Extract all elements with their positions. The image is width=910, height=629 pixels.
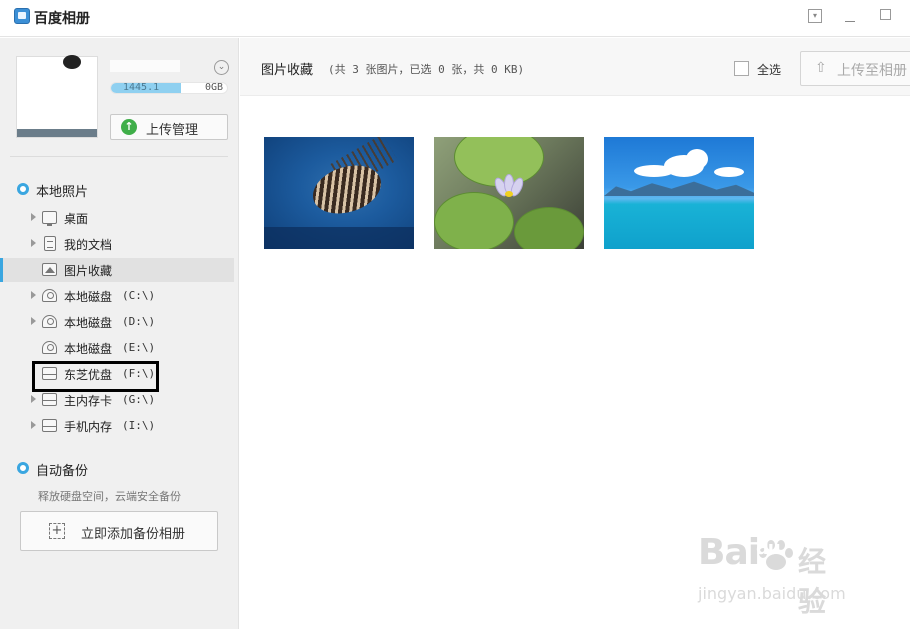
title-bar: 百度相册 ▾ — [0, 0, 910, 37]
drive-letter: (D:\) — [122, 315, 156, 328]
sidebar-item-label: 桌面 — [64, 212, 89, 226]
upload-arrow-icon: ⇧ — [815, 60, 827, 76]
lotus-center — [505, 191, 513, 197]
drive-letter: (G:\) — [122, 393, 156, 406]
sidebar-item-9[interactable]: 手机内存 (I:\) — [0, 414, 234, 438]
upload-to-album-label: 上传至相册 — [837, 63, 907, 79]
app-logo-icon — [14, 8, 30, 24]
sidebar-item-label: 我的文档 — [64, 238, 113, 252]
expand-arrow-icon[interactable] — [31, 317, 36, 325]
selection-info: (共 3 张图片，已选 0 张，共 0 KB) — [328, 63, 525, 76]
photo-thumbnail-lionfish[interactable] — [264, 137, 414, 249]
sidebar-item-label: 图片收藏 — [64, 264, 113, 278]
expand-arrow-icon[interactable] — [31, 291, 36, 299]
sidebar-item-2[interactable]: 我的文档 — [0, 232, 234, 256]
expand-arrow-icon[interactable] — [31, 395, 36, 403]
sidebar-item-label: 主内存卡 — [64, 394, 113, 408]
sidebar-item-4[interactable]: 本地磁盘 (C:\) — [0, 284, 234, 308]
disk-icon — [42, 341, 57, 354]
sidebar-item-5[interactable]: 本地磁盘 (D:\) — [0, 310, 234, 334]
sidebar-item-label: 本地磁盘 — [64, 342, 113, 356]
expand-arrow-icon[interactable] — [31, 421, 36, 429]
watermark-brand-suffix: du — [756, 538, 781, 559]
select-all-label[interactable]: 全选 — [757, 61, 781, 78]
window-menu-icon[interactable]: ▾ — [808, 9, 822, 23]
document-icon — [44, 236, 56, 251]
highlight-box — [32, 361, 159, 392]
cloud — [686, 149, 708, 169]
local-photos-title[interactable]: 本地照片 — [36, 181, 88, 200]
avatar-image-bottom — [17, 129, 97, 137]
lotus-flower — [492, 174, 526, 199]
main-header: 图片收藏 (共 3 张图片，已选 0 张，共 0 KB) 全选 ⇧ 上传至相册 — [240, 38, 910, 96]
sidebar-item-label: 本地磁盘 — [64, 316, 113, 330]
avatar[interactable] — [16, 55, 98, 138]
cloud — [714, 167, 744, 177]
drive-letter: (C:\) — [122, 289, 156, 302]
add-backup-album-button[interactable]: + 立即添加备份相册 — [20, 511, 218, 551]
sidebar-item-label: 手机内存 — [64, 420, 113, 434]
disk-icon — [42, 315, 57, 328]
sidebar-item-label: 本地磁盘 — [64, 290, 113, 304]
cloud — [634, 165, 674, 177]
watermark-jingyan: 经验 — [798, 545, 827, 618]
app-title: 百度相册 — [34, 11, 90, 27]
upload-to-album-button[interactable]: ⇧ 上传至相册 — [800, 51, 910, 86]
photo-shadow — [264, 227, 414, 249]
usb-drive-icon — [42, 419, 57, 432]
upload-manager-button[interactable]: ↑ 上传管理 — [110, 114, 228, 140]
storage-used: 1445.1 — [123, 82, 160, 93]
minimize-icon[interactable] — [843, 9, 857, 23]
username — [110, 60, 180, 72]
storage-total: 0GB — [204, 82, 223, 93]
divider — [10, 156, 228, 157]
section-dot-icon — [17, 462, 29, 474]
mountain-range — [604, 181, 754, 196]
drive-letter: (E:\) — [122, 341, 156, 354]
monitor-icon — [42, 211, 57, 226]
photo-thumbnail-water-lily[interactable] — [434, 137, 584, 249]
watermark-brand: Bai — [698, 532, 760, 573]
auto-backup-title[interactable]: 自动备份 — [36, 460, 88, 479]
image-icon — [42, 263, 57, 276]
avatar-image — [63, 55, 81, 69]
add-backup-label: 立即添加备份相册 — [81, 527, 186, 542]
add-icon: + — [49, 523, 65, 539]
section-dot-icon — [17, 183, 29, 195]
expand-arrow-icon[interactable] — [31, 213, 36, 221]
lily-pad — [434, 192, 514, 249]
sidebar-item-1[interactable]: 桌面 — [0, 206, 234, 230]
disk-icon — [42, 289, 57, 302]
select-all-checkbox[interactable] — [734, 61, 749, 76]
sidebar: ⌄ 1445.1 0GB ↑ 上传管理 本地照片 桌面我的文档图片收藏本地磁盘 (… — [0, 38, 239, 629]
sidebar-item-6[interactable]: 本地磁盘 (E:\) — [0, 336, 234, 360]
upload-manager-label: 上传管理 — [146, 123, 199, 138]
watermark-url: jingyan.baidu.com — [698, 584, 846, 603]
maximize-icon[interactable] — [880, 9, 891, 20]
storage-bar: 1445.1 0GB — [110, 82, 228, 94]
drive-letter: (I:\) — [122, 419, 156, 432]
photo-thumbnail-sea[interactable] — [604, 137, 754, 249]
lily-pad — [514, 207, 584, 249]
expand-arrow-icon[interactable] — [31, 239, 36, 247]
page-title: 图片收藏 — [261, 63, 314, 78]
usb-drive-icon — [42, 393, 57, 406]
upload-icon: ↑ — [121, 119, 137, 135]
chevron-down-icon[interactable]: ⌄ — [214, 60, 229, 75]
sidebar-item-3[interactable]: 图片收藏 — [0, 258, 234, 282]
auto-backup-desc: 释放硬盘空间，云端安全备份 — [38, 490, 181, 503]
